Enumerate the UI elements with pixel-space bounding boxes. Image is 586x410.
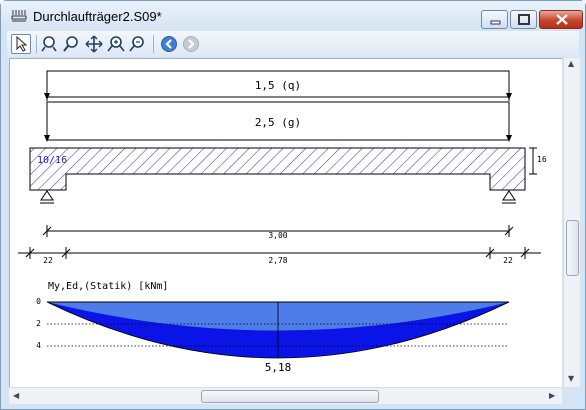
pan-icon [85,35,103,53]
zoom-window-icon [41,36,57,52]
minimize-icon [490,20,501,25]
app-icon [11,10,27,22]
right-support [502,190,516,204]
moment-diagram: My,Ed,(Statik) [kNm] 0 2 4 5,18 [36,281,510,374]
zoom-window-button[interactable] [40,34,60,54]
axis-tick-0: 0 [36,297,41,306]
support-left-label: 22 [43,256,53,265]
scroll-down-icon[interactable]: ▼ [568,374,574,383]
maximize-icon [518,14,530,25]
load-g-label: 2,5 (g) [255,116,301,129]
pan-button[interactable] [84,34,104,54]
zoom-icon [63,36,78,52]
minimize-button[interactable] [481,10,508,29]
scroll-left-icon[interactable]: ◀ [13,391,19,400]
toolbar-separator [36,35,37,53]
load-g: 2,5 (g) [44,101,512,142]
vertical-scroll-thumb[interactable] [566,220,579,276]
title-bar[interactable]: Durchlaufträger2.S09* [1,1,585,31]
window-title: Durchlaufträger2.S09* [33,9,162,24]
moment-title: My,Ed,(Statik) [kNm] [48,281,168,292]
scroll-right-icon[interactable]: ▶ [549,391,555,400]
beam-section: 10/16 16 [29,147,547,191]
support-dimension: 22 2,78 22 [18,247,541,265]
toolbar-separator [153,35,154,53]
span-dimension: 3,00 [42,225,514,240]
max-moment-label: 5,18 [265,361,292,374]
load-q-label: 1,5 (q) [255,79,301,92]
horizontal-scrollbar[interactable]: ◀ ▶ [9,387,562,404]
close-button[interactable] [539,10,583,29]
maximize-button[interactable] [510,10,537,29]
select-arrow-icon [16,36,28,52]
axis-tick-2: 2 [36,319,41,328]
toolbar [7,31,579,57]
forward-button[interactable] [181,34,201,54]
horizontal-scroll-thumb[interactable] [201,390,379,403]
scroll-up-icon[interactable]: ▲ [568,59,574,68]
forward-icon [183,36,199,52]
back-icon [161,36,177,52]
back-button[interactable] [159,34,179,54]
zoom-out-icon [129,36,144,52]
span-inner-label: 2,78 [268,256,287,265]
app-window: Durchlaufträger2.S09* 1,5 (q) 2,5 (g) 10… [0,0,586,410]
left-support [40,190,54,204]
drawing-canvas[interactable]: 1,5 (q) 2,5 (g) 10/16 16 3,00 22 2,78 22… [9,58,562,387]
zoom-in-button[interactable] [106,34,126,54]
axis-tick-4: 4 [36,341,41,350]
span-total-label: 3,00 [268,231,287,240]
section-label: 10/16 [37,155,67,166]
vertical-scrollbar[interactable]: ▲ ▼ [563,58,580,387]
select-button[interactable] [11,34,31,54]
close-icon [556,14,568,25]
zoom-in-icon [107,36,125,52]
zoom-button[interactable] [62,34,82,54]
beam-drawing: 1,5 (q) 2,5 (g) 10/16 16 3,00 22 2,78 22… [18,70,547,374]
height-dim-label: 16 [537,155,547,164]
support-right-label: 22 [503,256,513,265]
zoom-out-button[interactable] [128,34,148,54]
load-q: 1,5 (q) [44,70,512,101]
